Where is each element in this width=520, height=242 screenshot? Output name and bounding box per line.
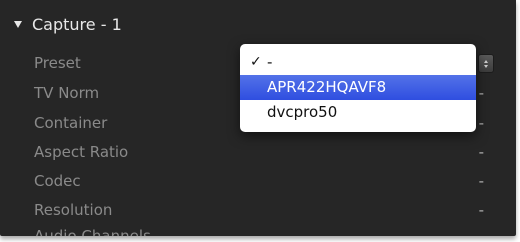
resolution-value: - (478, 201, 484, 219)
section-header[interactable]: Capture - 1 (14, 14, 122, 34)
menu-item-apr422hqavf8[interactable]: APR422HQAVF8 (240, 75, 476, 100)
row-label-container: Container (34, 114, 108, 132)
disclosure-triangle-icon[interactable] (14, 21, 22, 28)
codec-value: - (478, 172, 484, 190)
tv-norm-value: - (478, 84, 484, 102)
checkmark-icon: ✓ (250, 54, 262, 70)
menu-item-dvcpro50[interactable]: dvcpro50 (240, 100, 476, 125)
menu-item-none[interactable]: ✓ - (240, 50, 476, 75)
aspect-ratio-value: - (478, 143, 484, 161)
row-label-tv-norm: TV Norm (34, 84, 100, 102)
row-label-audio-channels: Audio Channels (34, 227, 151, 236)
row-label-codec: Codec (34, 172, 81, 190)
row-label-aspect-ratio: Aspect Ratio (34, 143, 129, 161)
menu-item-label: - (267, 53, 273, 71)
row-label-preset: Preset (34, 54, 81, 72)
preset-dropdown-menu: ✓ - APR422HQAVF8 dvcpro50 (240, 44, 476, 132)
menu-item-label: dvcpro50 (267, 103, 338, 121)
row-label-resolution: Resolution (34, 201, 113, 219)
chevron-up-icon (484, 59, 488, 63)
chevron-down-icon (484, 64, 488, 68)
container-value: - (478, 114, 484, 132)
preset-popup-stepper[interactable] (478, 54, 494, 73)
section-title: Capture - 1 (32, 14, 122, 34)
capture-panel: Capture - 1 Preset TV Norm Container Asp… (0, 0, 516, 236)
menu-item-label: APR422HQAVF8 (267, 78, 387, 96)
